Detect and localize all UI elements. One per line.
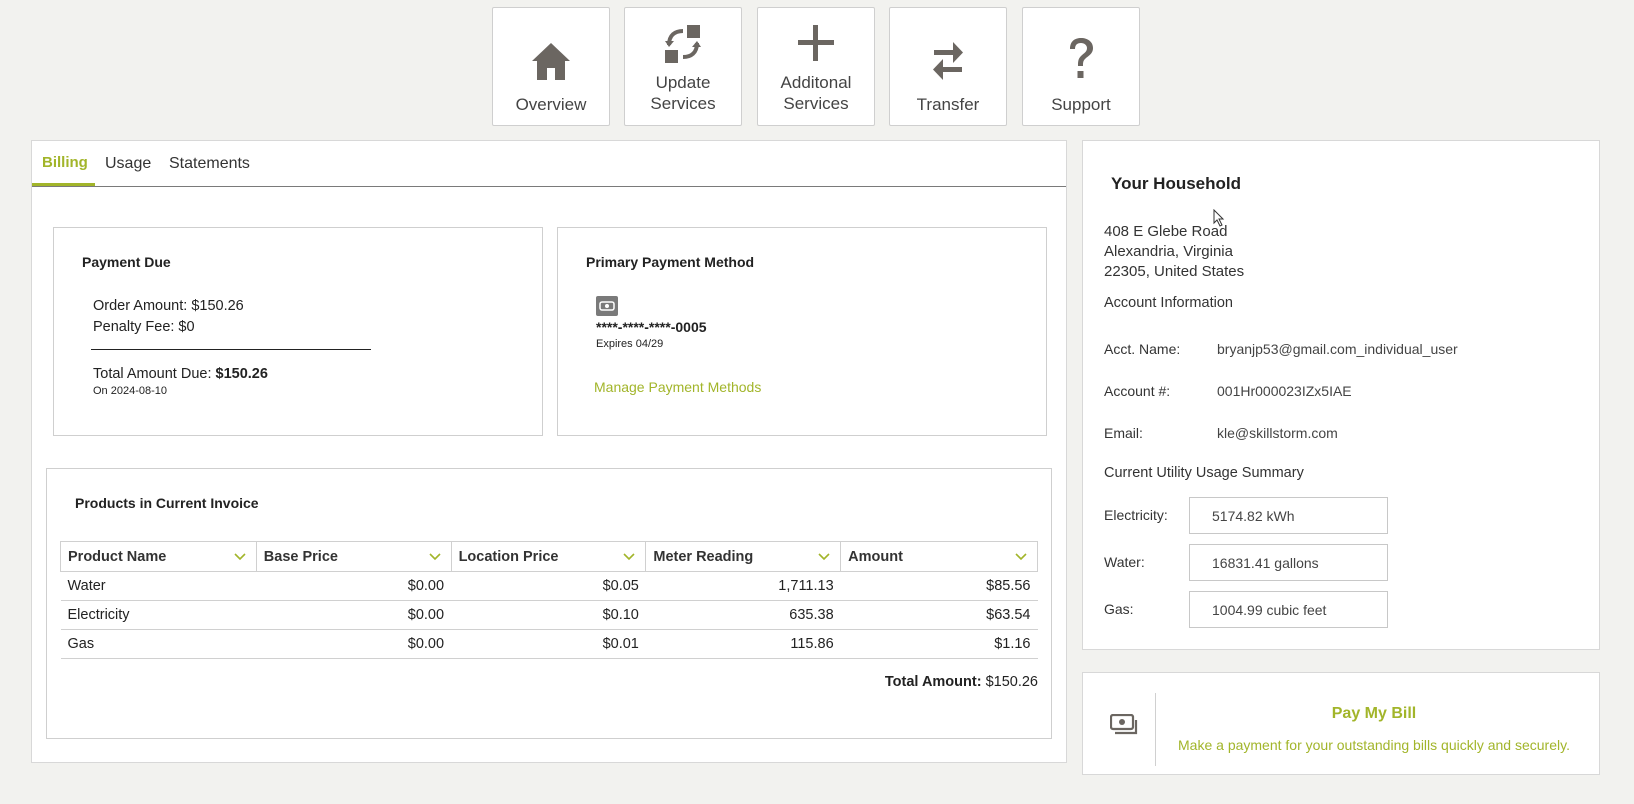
pay-bill-separator <box>1155 693 1156 766</box>
nav-overview-button[interactable]: Overview <box>492 7 610 126</box>
col-header-meter-reading[interactable]: Meter Reading <box>645 541 842 572</box>
nav-overview-label: Overview <box>515 95 587 114</box>
col-header-product-name[interactable]: Product Name <box>60 541 257 572</box>
card-number: ****-****-****-0005 <box>596 319 707 335</box>
total-amount-due-label: Total Amount Due: <box>93 366 216 382</box>
pay-bill-title: Pay My Bill <box>1331 705 1417 722</box>
order-amount: Order Amount: $150.26 <box>93 298 244 314</box>
water-usage-field: 16831.41 gallons <box>1189 544 1388 581</box>
chevron-down-icon[interactable] <box>428 549 441 565</box>
acct-name-label: Acct. Name: <box>1104 341 1181 357</box>
acct-name-value: bryanjp53@gmail.com_individual_user <box>1217 341 1458 357</box>
tab-usage[interactable]: Usage <box>105 155 151 173</box>
water-label: Water: <box>1104 554 1145 570</box>
table-cell: $0.01 <box>451 629 646 659</box>
table-row: Gas $0.00 $0.01 115.86 $1.16 <box>60 629 1038 659</box>
address-line-1: 408 E Glebe Road <box>1104 223 1228 240</box>
address-line-2: Alexandria, Virginia <box>1104 243 1233 260</box>
table-cell: $85.56 <box>840 571 1038 601</box>
payment-method-card: Primary Payment Method ****-****-****-00… <box>557 227 1047 436</box>
col-header-location-price[interactable]: Location Price <box>451 541 647 572</box>
invoice-table: Product Name Base Price Location Price M… <box>60 541 1038 659</box>
table-cell: Gas <box>60 629 257 659</box>
tab-billing[interactable]: Billing <box>42 154 88 171</box>
usage-summary-title: Current Utility Usage Summary <box>1104 465 1304 481</box>
plus-icon <box>758 8 874 70</box>
table-cell: 1,711.13 <box>645 571 841 601</box>
electricity-label: Electricity: <box>1104 507 1168 523</box>
email-label: Email: <box>1104 425 1143 441</box>
gas-usage-field: 1004.99 cubic feet <box>1189 591 1388 628</box>
email-value: kle@skillstorm.com <box>1217 425 1338 441</box>
chevron-down-icon[interactable] <box>623 549 635 565</box>
invoice-title: Products in Current Invoice <box>75 495 259 511</box>
chevron-down-icon[interactable] <box>234 549 246 565</box>
col-header-base-price[interactable]: Base Price <box>256 541 452 572</box>
nav-transfer-button[interactable]: Transfer <box>889 7 1007 126</box>
tab-statements[interactable]: Statements <box>169 155 250 173</box>
table-cell: $0.10 <box>451 600 646 630</box>
electricity-usage-field: 5174.82 kWh <box>1189 497 1388 534</box>
nav-update-services-label: Update Services <box>650 73 716 113</box>
address-line-3: 22305, United States <box>1104 263 1245 280</box>
nav-support-button[interactable]: Support <box>1022 7 1140 126</box>
account-number-label: Account #: <box>1104 383 1171 399</box>
table-cell: 635.38 <box>645 600 841 630</box>
pay-my-bill-card[interactable]: Pay My Bill Make a payment for your outs… <box>1082 672 1600 775</box>
account-info-title: Account Information <box>1104 295 1233 311</box>
due-date: On 2024-08-10 <box>93 385 167 397</box>
card-expiry: Expires 04/29 <box>596 338 664 350</box>
payment-method-title: Primary Payment Method <box>586 254 755 270</box>
manage-payment-methods-link[interactable]: Manage Payment Methods <box>594 379 761 395</box>
table-cell: $0.00 <box>256 600 452 630</box>
table-cell: Water <box>60 571 257 601</box>
nav-update-services-button[interactable]: Update Services <box>624 7 742 126</box>
nav-additional-services-button[interactable]: Additonal Services <box>757 7 875 126</box>
invoice-total-label: Total Amount: <box>884 674 982 690</box>
nav-transfer-label: Transfer <box>916 95 980 114</box>
table-cell: $63.54 <box>840 600 1038 630</box>
col-header-amount[interactable]: Amount <box>840 541 1038 572</box>
table-cell: $0.05 <box>451 571 646 601</box>
total-amount-due: Total Amount Due: $150.26 <box>93 366 268 382</box>
pay-bill-description: Make a payment for your outstanding bill… <box>1178 737 1570 753</box>
nav-support-label: Support <box>1051 95 1111 114</box>
invoice-table-header-row: Product Name Base Price Location Price M… <box>60 541 1038 572</box>
money-bill-icon <box>1109 713 1138 741</box>
active-tab-indicator <box>32 183 95 186</box>
payment-due-card: Payment Due Order Amount: $150.26 Penalt… <box>53 227 543 436</box>
table-cell: 115.86 <box>645 629 841 659</box>
table-cell: $0.00 <box>256 629 452 659</box>
total-amount-due-value: $150.26 <box>215 366 268 382</box>
chevron-down-icon[interactable] <box>1015 549 1027 565</box>
mouse-cursor-icon <box>1213 208 1225 232</box>
account-number-value: 001Hr000023IZx5IAE <box>1217 383 1352 399</box>
tab-bar: Billing Usage Statements <box>32 141 1066 187</box>
invoice-total-value: $150.26 <box>981 674 1038 690</box>
transfer-arrows-icon <box>890 8 1006 88</box>
swap-squares-icon <box>625 8 741 70</box>
question-mark-icon <box>1023 8 1139 88</box>
invoice-total: Total Amount: $150.26 <box>885 674 1038 690</box>
card-icon <box>596 296 618 321</box>
table-cell: $1.16 <box>840 629 1038 659</box>
home-icon <box>493 8 609 88</box>
payment-divider <box>91 349 371 350</box>
table-cell: Electricity <box>60 600 257 630</box>
table-cell: $0.00 <box>256 571 452 601</box>
chevron-down-icon[interactable] <box>818 549 830 565</box>
nav-additional-services-label: Additonal Services <box>780 73 852 113</box>
table-row: Water $0.00 $0.05 1,711.13 $85.56 <box>60 571 1038 601</box>
penalty-fee: Penalty Fee: $0 <box>93 319 195 335</box>
payment-due-title: Payment Due <box>82 254 171 270</box>
table-row: Electricity $0.00 $0.10 635.38 $63.54 <box>60 600 1038 630</box>
gas-label: Gas: <box>1104 601 1134 617</box>
household-title: Your Household <box>1111 174 1242 193</box>
